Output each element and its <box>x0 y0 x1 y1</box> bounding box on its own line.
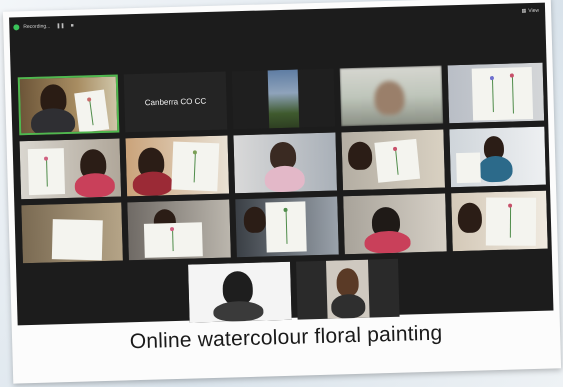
participant-name: Canberra CO CC <box>144 96 207 108</box>
participant-tile[interactable] <box>451 190 548 252</box>
participant-tile[interactable] <box>296 258 400 320</box>
participant-tile[interactable] <box>188 261 292 323</box>
photo-caption: Online watercolour floral painting <box>129 321 443 354</box>
participant-tile[interactable] <box>339 65 444 127</box>
participant-tile[interactable] <box>21 202 123 264</box>
participant-tile[interactable] <box>19 138 122 200</box>
participant-tile[interactable] <box>449 126 546 188</box>
participant-tile[interactable] <box>235 196 339 258</box>
photo-print: Recording... ❚❚ ■ ▦ View Canberra CO CC <box>2 0 562 384</box>
participant-tile-name-only[interactable]: Canberra CO CC <box>123 71 228 133</box>
participant-tile[interactable] <box>17 74 120 136</box>
participant-grid: Canberra CO CC <box>9 3 553 326</box>
participant-tile[interactable] <box>343 193 447 255</box>
participant-tile[interactable] <box>233 132 338 194</box>
participant-tile[interactable] <box>231 68 336 130</box>
participant-tile[interactable] <box>341 129 445 191</box>
participant-tile[interactable] <box>127 199 231 261</box>
video-call-window: Recording... ❚❚ ■ ▦ View Canberra CO CC <box>9 2 554 326</box>
participant-tile[interactable] <box>447 62 545 124</box>
participant-tile[interactable] <box>125 135 230 197</box>
